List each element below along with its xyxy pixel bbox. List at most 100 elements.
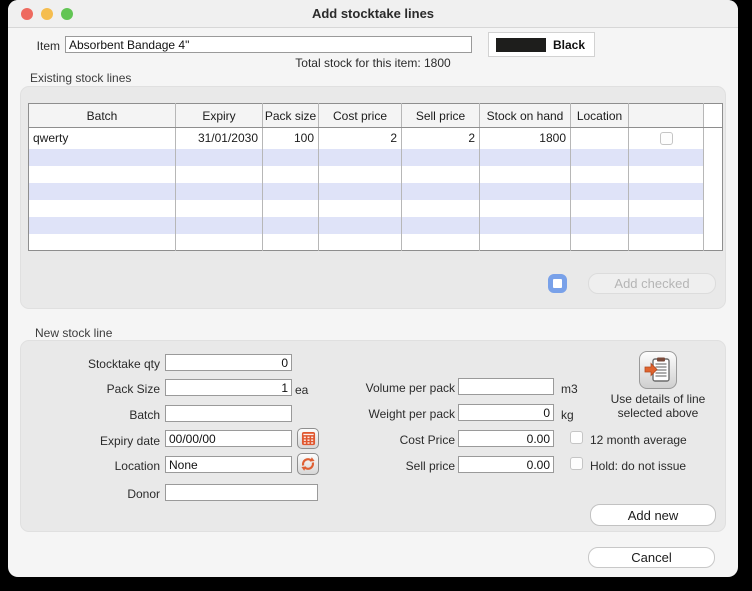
column-header[interactable]: Expiry bbox=[176, 104, 263, 128]
scrollbar-track[interactable] bbox=[704, 128, 723, 149]
table-cell bbox=[571, 234, 629, 251]
table-cell bbox=[571, 200, 629, 217]
table-cell: 1800 bbox=[480, 128, 571, 149]
table-cell: 2 bbox=[402, 128, 480, 149]
column-header[interactable]: Sell price bbox=[402, 104, 480, 128]
table-cell bbox=[704, 183, 723, 200]
empty-table-row[interactable] bbox=[29, 183, 723, 200]
add-new-button[interactable]: Add new bbox=[590, 504, 716, 526]
stock-table[interactable]: BatchExpiryPack sizeCost priceSell price… bbox=[28, 103, 723, 251]
title-bar: Add stocktake lines bbox=[8, 0, 738, 28]
expiry-date-label: Expiry date bbox=[40, 434, 160, 448]
table-cell bbox=[176, 217, 263, 234]
table-cell bbox=[571, 149, 629, 166]
table-cell bbox=[402, 149, 480, 166]
empty-table-row[interactable] bbox=[29, 149, 723, 166]
refresh-icon bbox=[300, 456, 316, 472]
12-month-average-checkbox[interactable] bbox=[570, 431, 583, 444]
empty-table-row[interactable] bbox=[29, 234, 723, 251]
column-header[interactable]: Pack size bbox=[263, 104, 319, 128]
column-header[interactable]: Batch bbox=[29, 104, 176, 128]
column-header[interactable] bbox=[629, 104, 704, 128]
cost-price-label: Cost Price bbox=[335, 433, 455, 447]
table-cell bbox=[571, 128, 629, 149]
dialog-window: Add stocktake lines Item Black Total sto… bbox=[8, 0, 738, 577]
column-header[interactable]: Stock on hand bbox=[480, 104, 571, 128]
table-cell bbox=[263, 183, 319, 200]
color-swatch-label: Black bbox=[553, 38, 585, 52]
batch-label: Batch bbox=[40, 408, 160, 422]
table-cell bbox=[319, 217, 402, 234]
existing-group-label: Existing stock lines bbox=[30, 71, 131, 85]
table-cell bbox=[704, 166, 723, 183]
table-cell bbox=[571, 217, 629, 234]
table-cell bbox=[629, 200, 704, 217]
table-cell bbox=[319, 183, 402, 200]
table-cell bbox=[480, 166, 571, 183]
cancel-button[interactable]: Cancel bbox=[588, 547, 715, 568]
empty-table-row[interactable] bbox=[29, 200, 723, 217]
hold-do-not-issue-label: Hold: do not issue bbox=[590, 459, 686, 473]
volume-suffix: m3 bbox=[561, 382, 578, 396]
empty-table-row[interactable] bbox=[29, 217, 723, 234]
total-stock-text: Total stock for this item: 1800 bbox=[8, 56, 738, 70]
pack-size-suffix: ea bbox=[295, 383, 308, 397]
table-cell bbox=[176, 200, 263, 217]
table-cell bbox=[402, 166, 480, 183]
table-cell bbox=[480, 200, 571, 217]
table-cell bbox=[704, 200, 723, 217]
table-cell bbox=[629, 166, 704, 183]
weight-per-pack-label: Weight per pack bbox=[335, 407, 455, 421]
table-cell bbox=[319, 200, 402, 217]
table-cell bbox=[704, 217, 723, 234]
table-cell bbox=[629, 234, 704, 251]
checkbox-cell bbox=[629, 128, 704, 149]
location-label: Location bbox=[40, 459, 160, 473]
column-header[interactable]: Location bbox=[571, 104, 629, 128]
table-cell bbox=[29, 149, 176, 166]
donor-input[interactable] bbox=[165, 484, 318, 501]
weight-per-pack-input[interactable] bbox=[458, 404, 554, 421]
color-swatch-box[interactable]: Black bbox=[488, 32, 595, 57]
add-checked-button[interactable]: Add checked bbox=[588, 273, 716, 294]
table-cell bbox=[629, 183, 704, 200]
table-cell bbox=[480, 183, 571, 200]
batch-input[interactable] bbox=[165, 405, 292, 422]
column-header[interactable] bbox=[704, 104, 723, 128]
pack-size-input[interactable] bbox=[165, 379, 292, 396]
sell-price-label: Sell price bbox=[335, 459, 455, 473]
column-header[interactable]: Cost price bbox=[319, 104, 402, 128]
table-cell bbox=[263, 149, 319, 166]
location-refresh-button[interactable] bbox=[297, 453, 319, 475]
stocktake-qty-label: Stocktake qty bbox=[40, 357, 160, 371]
weight-suffix: kg bbox=[561, 408, 574, 422]
window-title: Add stocktake lines bbox=[8, 6, 738, 21]
item-input[interactable] bbox=[65, 36, 472, 53]
location-input[interactable] bbox=[165, 456, 292, 473]
table-cell bbox=[319, 234, 402, 251]
table-cell bbox=[480, 234, 571, 251]
table-cell bbox=[402, 183, 480, 200]
expiry-date-input[interactable] bbox=[165, 430, 292, 447]
check-all-icon[interactable] bbox=[548, 274, 567, 293]
use-details-button[interactable] bbox=[639, 351, 677, 389]
table-cell bbox=[629, 217, 704, 234]
hold-do-not-issue-checkbox[interactable] bbox=[570, 457, 583, 470]
volume-per-pack-input[interactable] bbox=[458, 378, 554, 395]
table-cell bbox=[29, 183, 176, 200]
color-swatch bbox=[496, 38, 546, 52]
table-cell bbox=[571, 166, 629, 183]
table-cell bbox=[704, 149, 723, 166]
table-row[interactable]: qwerty31/01/2030100221800 bbox=[29, 128, 723, 149]
new-stock-group-label: New stock line bbox=[35, 326, 112, 340]
sell-price-input[interactable] bbox=[458, 456, 554, 473]
cost-price-input[interactable] bbox=[458, 430, 554, 447]
table-cell bbox=[176, 166, 263, 183]
table-cell bbox=[29, 166, 176, 183]
table-cell bbox=[402, 200, 480, 217]
empty-table-row[interactable] bbox=[29, 166, 723, 183]
calendar-button[interactable] bbox=[297, 428, 319, 449]
stocktake-qty-input[interactable] bbox=[165, 354, 292, 371]
table-cell: 100 bbox=[263, 128, 319, 149]
row-checkbox[interactable] bbox=[660, 132, 673, 145]
